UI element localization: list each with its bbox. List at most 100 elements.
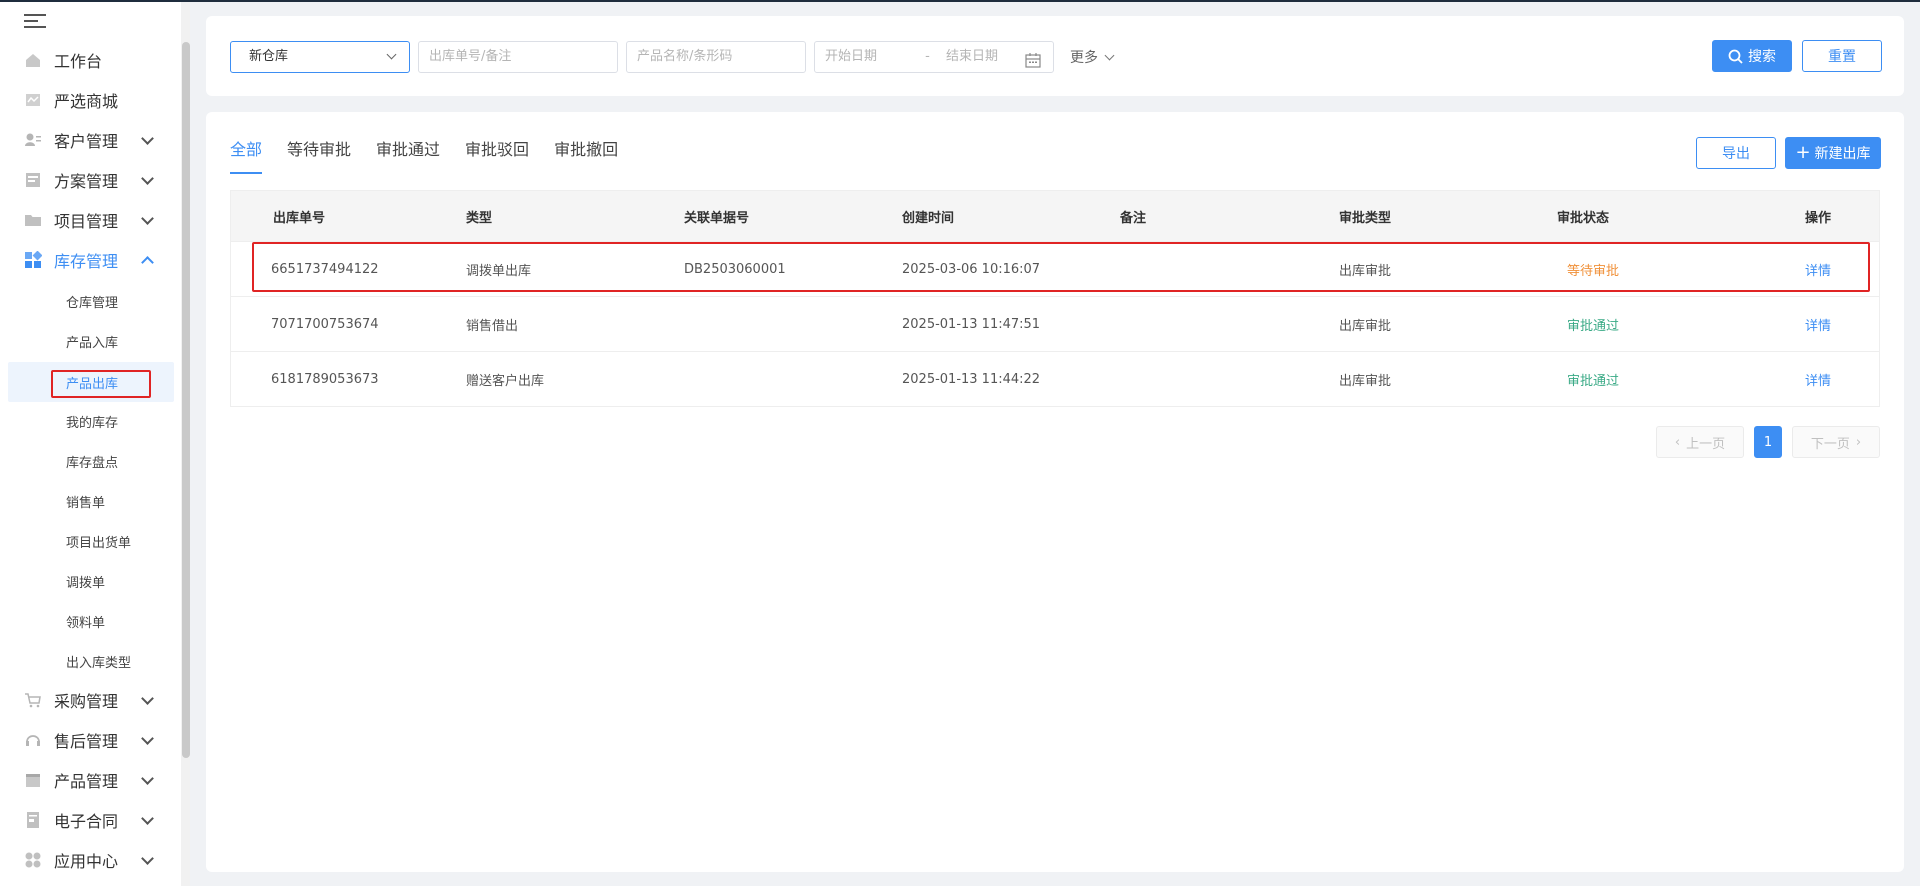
search-icon xyxy=(1728,49,1743,64)
header-status: 审批状态 xyxy=(1557,210,1610,226)
apps-icon xyxy=(24,851,42,869)
search-button-label: 搜索 xyxy=(1748,49,1776,65)
table-row[interactable]: 7071700753674 销售借出 2025-01-13 11:47:51 出… xyxy=(231,296,1879,351)
header-approval-type: 审批类型 xyxy=(1339,210,1392,226)
more-label: 更多 xyxy=(1070,50,1098,66)
sidebar-item-inventory[interactable]: 库存管理 xyxy=(0,240,180,280)
sub-item-requisition[interactable]: 领料单 xyxy=(66,606,105,636)
sidebar-item-label: 工作台 xyxy=(54,52,103,71)
header-note: 备注 xyxy=(1120,210,1147,226)
prev-page-label: 上一页 xyxy=(1686,436,1726,452)
new-outbound-label: 新建出库 xyxy=(1814,146,1871,162)
sidebar-item-label: 电子合同 xyxy=(54,812,119,831)
start-date-input[interactable]: 开始日期 xyxy=(825,49,877,64)
sidebar-item-label: 售后管理 xyxy=(54,732,119,751)
chevron-up-icon xyxy=(141,256,154,269)
sub-item-warehouse[interactable]: 仓库管理 xyxy=(66,286,118,316)
approval-type: 出库审批 xyxy=(1339,373,1392,389)
pagination: ‹ 上一页 1 下一页 › xyxy=(1656,426,1880,458)
sidebar-item-customer[interactable]: 客户管理 xyxy=(0,120,180,160)
sub-item-project-shipment[interactable]: 项目出货单 xyxy=(66,526,131,556)
chevron-down-icon xyxy=(141,772,154,785)
sidebar-item-workbench[interactable]: 工作台 xyxy=(0,40,180,80)
header-ref: 关联单据号 xyxy=(684,210,750,226)
status-badge: 审批通过 xyxy=(1567,318,1620,334)
header-actions: 操作 xyxy=(1805,210,1832,226)
sidebar-item-product[interactable]: 产品管理 xyxy=(0,760,180,800)
outbound-list-panel: 全部 等待审批 审批通过 审批驳回 审批撤回 导出 + 新建出库 出库单号 类型… xyxy=(206,112,1904,872)
sub-item-sales-order[interactable]: 销售单 xyxy=(66,486,105,516)
box-icon xyxy=(24,771,42,789)
next-page-button[interactable]: 下一页 › xyxy=(1792,426,1880,458)
reset-button[interactable]: 重置 xyxy=(1802,40,1882,72)
calendar-icon[interactable] xyxy=(1025,50,1041,80)
sidebar-item-label: 项目管理 xyxy=(54,212,119,231)
search-button[interactable]: 搜索 xyxy=(1712,40,1792,72)
chevron-right-icon: › xyxy=(1855,434,1862,450)
created-time: 2025-01-13 11:44:22 xyxy=(902,371,1041,387)
tab-withdrawn[interactable]: 审批撤回 xyxy=(554,136,618,174)
chevron-down-icon xyxy=(141,732,154,745)
highlight-box xyxy=(252,242,1870,292)
sidebar-item-label: 客户管理 xyxy=(54,132,119,151)
home-icon xyxy=(24,51,42,69)
sidebar-item-label: 采购管理 xyxy=(54,692,119,711)
sidebar-item-label: 库存管理 xyxy=(54,252,119,271)
detail-link[interactable]: 详情 xyxy=(1805,352,1831,406)
warehouse-select-value: 新仓库 xyxy=(249,49,289,64)
tab-approved[interactable]: 审批通过 xyxy=(376,136,440,174)
cart-icon xyxy=(24,691,42,709)
date-separator: - xyxy=(925,49,930,64)
sub-item-transfer[interactable]: 调拨单 xyxy=(66,566,105,596)
sidebar-item-purchase[interactable]: 采购管理 xyxy=(0,680,180,720)
date-range-picker[interactable]: 开始日期 - 结束日期 xyxy=(814,41,1054,73)
warehouse-select[interactable]: 新仓库 xyxy=(230,41,410,73)
created-time: 2025-01-13 11:47:51 xyxy=(902,316,1041,332)
table-row[interactable]: 6181789053673 赠送客户出库 2025-01-13 11:44:22… xyxy=(231,351,1879,406)
highlight-box xyxy=(51,370,151,398)
prev-page-button[interactable]: ‹ 上一页 xyxy=(1656,426,1744,458)
sub-item-stock-in[interactable]: 产品入库 xyxy=(66,326,118,356)
sub-item-io-type[interactable]: 出入库类型 xyxy=(66,646,131,676)
end-date-input[interactable]: 结束日期 xyxy=(946,49,998,64)
contract-icon xyxy=(24,811,42,829)
sidebar-item-aftersales[interactable]: 售后管理 xyxy=(0,720,180,760)
customer-icon xyxy=(24,131,42,149)
sub-item-my-stock[interactable]: 我的库存 xyxy=(66,406,118,436)
sidebar-item-label: 方案管理 xyxy=(54,172,119,191)
chevron-down-icon xyxy=(141,812,154,825)
chevron-down-icon xyxy=(386,49,397,60)
detail-link[interactable]: 详情 xyxy=(1805,297,1831,351)
tab-pending[interactable]: 等待审批 xyxy=(287,136,351,174)
sidebar-item-mall[interactable]: 严选商城 xyxy=(0,80,180,120)
sidebar-item-project[interactable]: 项目管理 xyxy=(0,200,180,240)
page-number-current[interactable]: 1 xyxy=(1754,426,1782,458)
product-search-input[interactable]: 产品名称/条形码 xyxy=(626,41,806,73)
sidebar: 工作台 严选商城 客户管理 方案管理 项目管理 库存管理 仓库管理 产品入库 产… xyxy=(0,2,190,886)
sidebar-item-plan[interactable]: 方案管理 xyxy=(0,160,180,200)
mall-icon xyxy=(24,91,42,109)
order-no: 6181789053673 xyxy=(271,371,379,387)
top-border xyxy=(0,0,1920,2)
export-button[interactable]: 导出 xyxy=(1696,137,1776,169)
new-outbound-button[interactable]: + 新建出库 xyxy=(1785,137,1881,169)
order-type: 赠送客户出库 xyxy=(466,373,545,389)
inventory-icon xyxy=(24,251,42,269)
next-page-label: 下一页 xyxy=(1810,436,1850,452)
sub-item-stocktake[interactable]: 库存盘点 xyxy=(66,446,118,476)
sidebar-item-contract[interactable]: 电子合同 xyxy=(0,800,180,840)
menu-toggle-icon[interactable] xyxy=(24,14,46,30)
filter-bar: 新仓库 出库单号/备注 产品名称/条形码 开始日期 - 结束日期 更多 搜索 重… xyxy=(206,16,1904,96)
chevron-down-icon xyxy=(1104,50,1115,60)
tab-rejected[interactable]: 审批驳回 xyxy=(465,136,529,174)
plan-icon xyxy=(24,171,42,189)
plus-icon: + xyxy=(1795,142,1811,163)
sidebar-item-apps[interactable]: 应用中心 xyxy=(0,840,180,880)
more-filters-toggle[interactable]: 更多 xyxy=(1070,47,1115,67)
sidebar-scrollbar[interactable] xyxy=(182,42,190,758)
headset-icon xyxy=(24,731,42,749)
tab-all[interactable]: 全部 xyxy=(230,136,263,174)
order-search-input[interactable]: 出库单号/备注 xyxy=(418,41,618,73)
chevron-down-icon xyxy=(141,852,154,865)
sidebar-item-label: 应用中心 xyxy=(54,852,119,871)
